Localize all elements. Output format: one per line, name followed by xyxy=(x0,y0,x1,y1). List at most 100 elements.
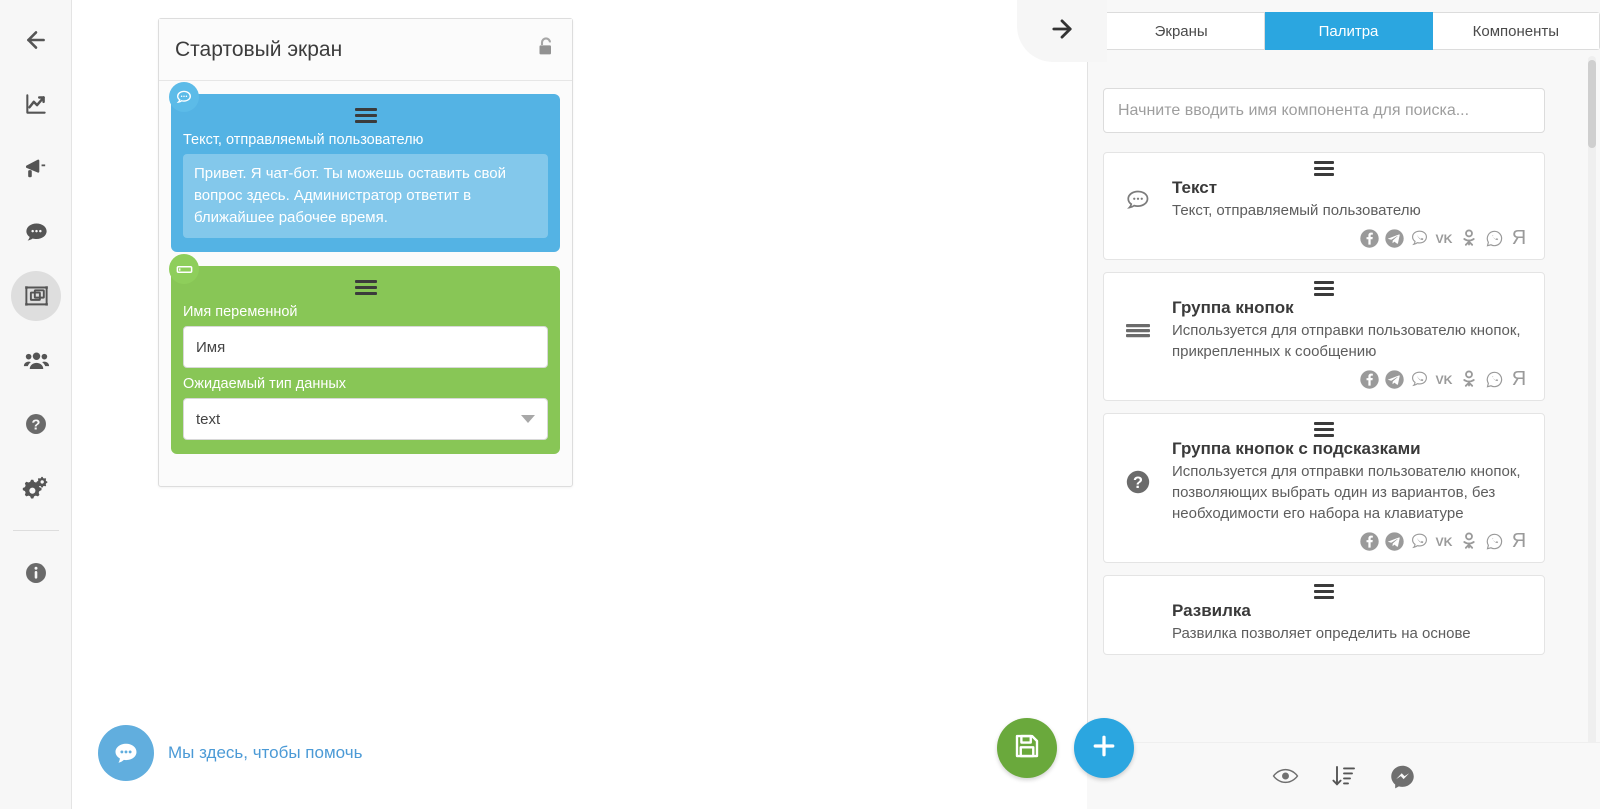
support-chat-widget[interactable]: Мы здесь, чтобы помочь xyxy=(98,725,362,781)
card-drag-handle[interactable] xyxy=(1118,161,1530,176)
hamburger-icon xyxy=(354,279,377,295)
card-drag-handle[interactable] xyxy=(1118,584,1530,599)
palette-card-title: Группа кнопок с подсказками xyxy=(1172,439,1421,458)
telegram-icon xyxy=(1383,368,1405,390)
chat-help-text[interactable]: Мы здесь, чтобы помочь xyxy=(168,743,362,763)
viber-icon xyxy=(1408,368,1430,390)
vk-icon: VK xyxy=(1433,368,1455,390)
tab-screens[interactable]: Экраны xyxy=(1097,12,1266,50)
gears-icon xyxy=(18,470,54,506)
info-circle-icon xyxy=(18,555,54,591)
save-button[interactable] xyxy=(997,718,1057,778)
panel-scrollbar-thumb[interactable] xyxy=(1588,60,1596,148)
palette-card-desc: Используется для отправки пользователю к… xyxy=(1172,463,1521,522)
sidebar-item-settings[interactable] xyxy=(0,456,72,520)
sidebar-item-users[interactable] xyxy=(0,328,72,392)
chat-bubble-icon xyxy=(18,214,54,250)
telegram-icon xyxy=(1383,227,1405,249)
palette-card-button-group[interactable]: Группа кнопок Используется для отправки … xyxy=(1103,272,1545,401)
page-title: Стартовый экран xyxy=(175,37,343,61)
hamburger-icon xyxy=(1314,584,1334,599)
tab-palette-label: Палитра xyxy=(1318,22,1379,40)
app-root: ? Стартовый экран Текст, отправляемый по… xyxy=(0,0,1600,809)
whatsapp-icon xyxy=(1483,530,1505,552)
supported-messengers: VK Я xyxy=(1118,227,1530,249)
eye-icon[interactable] xyxy=(1272,766,1299,786)
palette-card-desc: Развилка позволяет определить на основе xyxy=(1172,625,1471,642)
plus-icon xyxy=(1089,731,1119,766)
supported-messengers: VK Я xyxy=(1118,530,1530,552)
palette-card-button-group-hints[interactable]: ? Группа кнопок с подсказками Использует… xyxy=(1103,413,1545,563)
sidebar-item-dialogs[interactable] xyxy=(0,200,72,264)
search-input[interactable] xyxy=(1103,88,1545,133)
svg-text:VK: VK xyxy=(1435,535,1452,549)
list-lines-icon xyxy=(1118,318,1158,342)
collapse-panel-button[interactable] xyxy=(1017,0,1107,62)
text-field-icon xyxy=(169,254,199,284)
svg-text:VK: VK xyxy=(1435,373,1452,387)
tab-palette[interactable]: Палитра xyxy=(1265,12,1433,50)
sidebar-item-analytics[interactable] xyxy=(0,72,72,136)
data-type-select[interactable]: text xyxy=(183,398,548,440)
tab-components[interactable]: Компоненты xyxy=(1432,12,1600,50)
whatsapp-icon xyxy=(1483,227,1505,249)
left-nav-rail: ? xyxy=(0,0,72,809)
panel-scrollbar-track[interactable] xyxy=(1588,56,1596,756)
block-drag-handle[interactable] xyxy=(183,104,548,126)
data-type-label: Ожидаемый тип данных xyxy=(183,376,347,392)
block-drag-handle[interactable] xyxy=(183,276,548,298)
chat-bubble-icon xyxy=(169,82,199,112)
screen-card[interactable]: Стартовый экран Текст, отправляемый поль… xyxy=(158,18,573,487)
screens-frame-icon xyxy=(11,271,61,321)
tab-screens-label: Экраны xyxy=(1154,22,1208,40)
tab-components-label: Компоненты xyxy=(1472,22,1560,40)
block-text-value[interactable]: Привет. Я чат-бот. Ты можешь оставить св… xyxy=(183,154,548,238)
sidebar-item-help[interactable]: ? xyxy=(0,392,72,456)
hamburger-icon xyxy=(354,107,377,123)
vk-icon: VK xyxy=(1433,227,1455,249)
chat-dots-icon[interactable] xyxy=(98,725,154,781)
floppy-disk-icon xyxy=(1012,731,1042,766)
svg-text:VK: VK xyxy=(1435,232,1452,246)
rail-divider xyxy=(12,530,59,531)
viber-icon xyxy=(1408,227,1430,249)
megaphone-icon xyxy=(18,150,54,186)
viber-icon xyxy=(1408,530,1430,552)
facebook-icon xyxy=(1358,227,1380,249)
vk-icon: VK xyxy=(1433,530,1455,552)
unlock-icon[interactable] xyxy=(536,36,556,63)
svg-text:?: ? xyxy=(32,417,41,433)
messenger-icon[interactable] xyxy=(1389,763,1416,790)
palette-card-text[interactable]: Текст Текст, отправляемый пользователю V… xyxy=(1103,152,1545,260)
hamburger-icon xyxy=(1314,281,1334,296)
supported-messengers: VK Я xyxy=(1118,368,1530,390)
panel-footer-toolbar xyxy=(1087,742,1600,809)
hamburger-icon xyxy=(1314,422,1334,437)
odnoklassniki-icon xyxy=(1458,227,1480,249)
sidebar-item-back[interactable] xyxy=(0,8,72,72)
palette-component-list[interactable]: Текст Текст, отправляемый пользователю V… xyxy=(1103,152,1545,732)
yandex-icon: Я xyxy=(1511,530,1527,552)
users-group-icon xyxy=(18,342,54,378)
add-button[interactable] xyxy=(1074,718,1134,778)
sidebar-item-constructor[interactable] xyxy=(0,264,72,328)
card-drag-handle[interactable] xyxy=(1118,422,1530,437)
hamburger-icon xyxy=(1314,161,1334,176)
editor-canvas[interactable]: Стартовый экран Текст, отправляемый поль… xyxy=(72,0,1134,809)
sidebar-item-broadcast[interactable] xyxy=(0,136,72,200)
card-drag-handle[interactable] xyxy=(1118,281,1530,296)
yandex-icon: Я xyxy=(1511,368,1527,390)
question-circle-icon: ? xyxy=(18,406,54,442)
sort-descending-icon[interactable] xyxy=(1331,764,1357,788)
panel-tabs: Экраны Палитра Компоненты xyxy=(1097,12,1600,50)
sidebar-item-info[interactable] xyxy=(0,541,72,605)
block-label: Текст, отправляемый пользователю xyxy=(183,132,424,148)
screen-card-header: Стартовый экран xyxy=(159,19,572,81)
search-container xyxy=(1103,88,1545,133)
palette-card-desc: Используется для отправки пользователю к… xyxy=(1172,322,1521,360)
block-text[interactable]: Текст, отправляемый пользователю Привет.… xyxy=(169,82,560,252)
variable-name-input[interactable]: Имя xyxy=(183,326,548,368)
palette-card-branch[interactable]: Развилка Развилка позволяет определить н… xyxy=(1103,575,1545,655)
palette-card-title: Группа кнопок xyxy=(1172,298,1294,317)
block-input[interactable]: Имя переменной Имя Ожидаемый тип данных … xyxy=(169,254,560,454)
